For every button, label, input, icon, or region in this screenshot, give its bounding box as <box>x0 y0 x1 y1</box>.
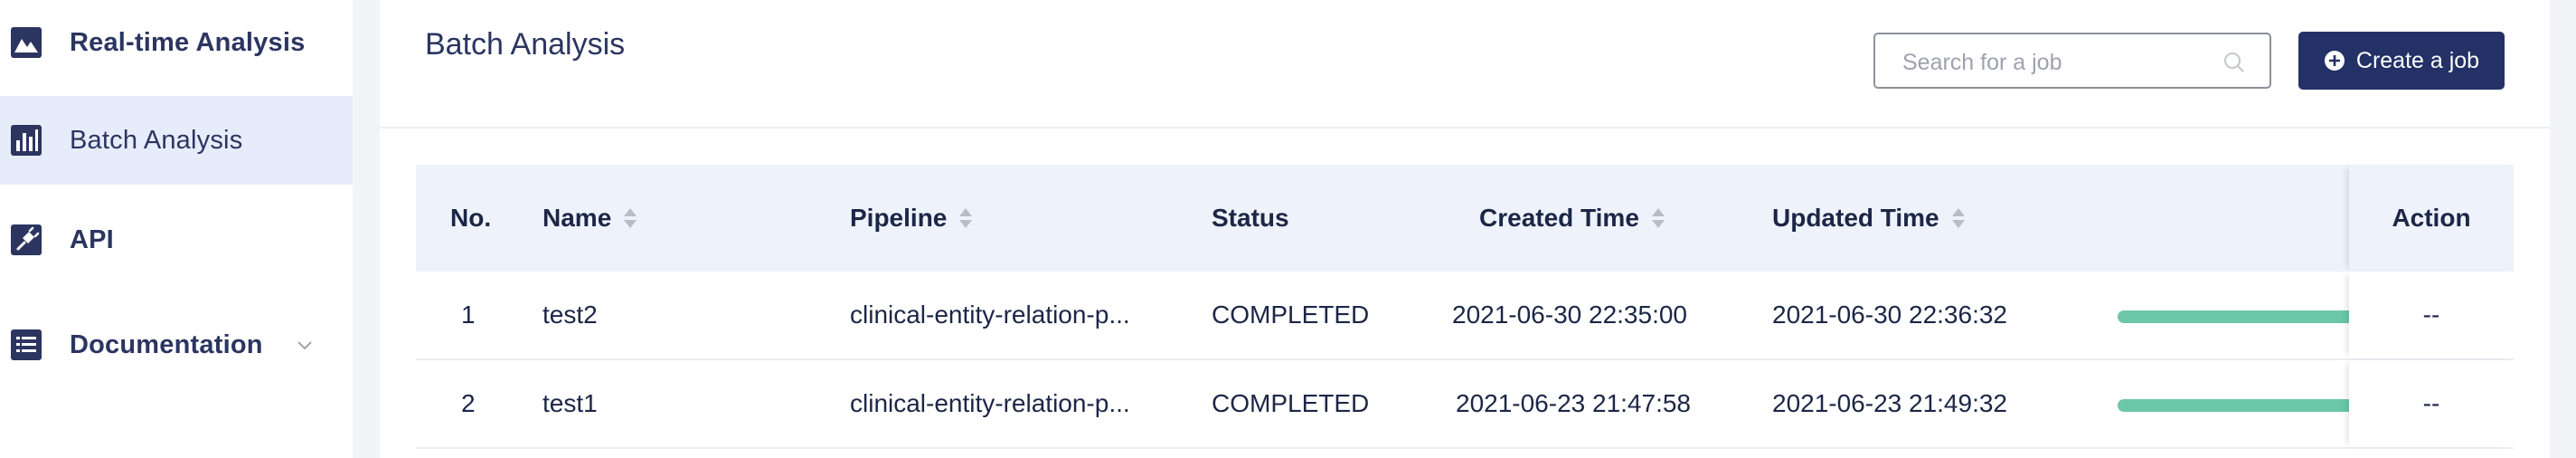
column-header-label: No. <box>450 204 492 232</box>
cell-no: 2 <box>461 389 476 417</box>
progress-bar <box>2118 310 2353 323</box>
action-cell: -- <box>2349 272 2514 358</box>
action-column-header: Action <box>2349 165 2514 272</box>
chevron-down-icon[interactable] <box>295 335 315 355</box>
cell-pipeline: clinical-entity-relation-p... <box>850 301 1130 329</box>
sidebar-item-documentation[interactable]: Documentation <box>0 301 353 389</box>
search-box[interactable] <box>1873 33 2271 89</box>
sidebar-item-label: API <box>70 224 114 254</box>
cell-status: COMPLETED <box>1212 389 1370 417</box>
cell-status: COMPLETED <box>1212 301 1370 329</box>
cell-updated-time: 2021-06-23 21:49:32 <box>1772 389 2007 417</box>
cell-no: 1 <box>461 301 476 329</box>
sort-icon[interactable] <box>1650 206 1666 230</box>
column-header-status: Status <box>1212 165 1289 272</box>
plug-icon <box>9 223 43 257</box>
column-header-label: Created Time <box>1479 204 1639 232</box>
column-header-label: Status <box>1212 204 1289 232</box>
column-header-pipeline[interactable]: Pipeline <box>850 165 974 272</box>
cell-action: -- <box>2422 301 2440 329</box>
sort-icon[interactable] <box>958 206 974 230</box>
column-header-label: Pipeline <box>850 204 948 232</box>
cell-name: test1 <box>543 389 598 417</box>
sidebar-item-label: Documentation <box>70 329 263 359</box>
sidebar-item-api[interactable]: API <box>0 196 353 284</box>
sidebar-item-batch-analysis[interactable]: Batch Analysis <box>0 96 353 185</box>
search-icon[interactable] <box>2222 51 2246 74</box>
sidebar-item-real-time-analysis[interactable]: Real-time Analysis <box>0 0 353 87</box>
column-header-label: Name <box>543 204 612 232</box>
jobs-table: No. Name Pipeline Status Created Time Up… <box>416 165 2514 449</box>
cell-action: -- <box>2422 389 2440 417</box>
create-job-label: Create a job <box>2355 47 2480 73</box>
table-row[interactable]: 2 test1 clinical-entity-relation-p... CO… <box>416 360 2514 449</box>
page-title: Batch Analysis <box>425 27 626 62</box>
table-row[interactable]: 1 test2 clinical-entity-relation-p... CO… <box>416 272 2514 360</box>
sidebar-item-label: Real-time Analysis <box>70 27 306 57</box>
sidebar: Real-time Analysis Batch Analysis API Do… <box>0 0 353 458</box>
sidebar-item-label: Batch Analysis <box>70 125 243 155</box>
cell-pipeline: clinical-entity-relation-p... <box>850 389 1130 417</box>
image-chart-icon <box>9 25 43 60</box>
column-header-created-time[interactable]: Created Time <box>1479 165 1666 272</box>
right-gutter <box>2550 0 2576 458</box>
cell-updated-time: 2021-06-30 22:36:32 <box>1772 301 2007 329</box>
action-cell: -- <box>2349 360 2514 447</box>
cell-created-time: 2021-06-30 22:35:00 <box>1452 301 1687 329</box>
create-job-button[interactable]: Create a job <box>2298 32 2505 90</box>
column-header-no: No. <box>450 165 491 272</box>
sort-icon[interactable] <box>1950 206 1967 230</box>
cell-created-time: 2021-06-23 21:47:58 <box>1456 389 1691 417</box>
search-input[interactable] <box>1901 45 2212 80</box>
sort-icon[interactable] <box>622 206 638 230</box>
progress-bar <box>2118 399 2353 412</box>
table-header: No. Name Pipeline Status Created Time Up… <box>416 165 2514 272</box>
gutter <box>353 0 380 458</box>
document-list-icon <box>9 328 43 362</box>
column-header-action: Action <box>2392 204 2471 232</box>
page-header: Batch Analysis Create a job <box>380 0 2550 129</box>
cell-name: test2 <box>543 301 598 329</box>
column-header-name[interactable]: Name <box>543 165 638 272</box>
plus-circle-icon <box>2324 50 2345 72</box>
bar-chart-icon <box>9 123 43 157</box>
column-header-updated-time[interactable]: Updated Time <box>1772 165 1967 272</box>
column-header-label: Updated Time <box>1772 204 1939 232</box>
